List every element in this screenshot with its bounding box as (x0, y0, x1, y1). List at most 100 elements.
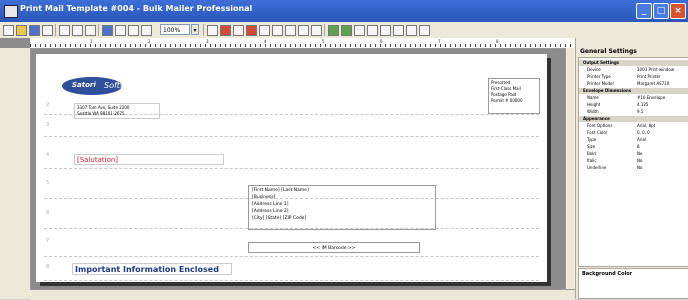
property-row[interactable]: Height 4.125 (579, 102, 688, 108)
logo-text-1: Satori (72, 81, 96, 89)
chevron-down-icon[interactable]: ▾ (191, 24, 199, 35)
ruler-number: 8 (496, 39, 499, 44)
property-row[interactable]: Font Options Arial, 8pt (579, 123, 688, 129)
copy-icon[interactable] (72, 25, 83, 36)
toolbar-separator (203, 24, 204, 36)
property-key: Type (587, 137, 597, 142)
open-icon[interactable] (16, 25, 27, 36)
field-tool-icon[interactable] (298, 25, 309, 36)
property-value[interactable]: Margaret AS710 (637, 81, 687, 87)
unlink-icon[interactable] (393, 25, 404, 36)
envelope-page[interactable]: 2 3 4 5 6 7 8 Satori Software 3307 Tom A… (36, 54, 547, 282)
property-row[interactable]: Printer Type Print Printer (579, 74, 688, 80)
pointer-icon[interactable] (207, 25, 218, 36)
align-bottom-icon[interactable] (367, 25, 378, 36)
paste-icon[interactable] (85, 25, 96, 36)
table-icon[interactable] (115, 25, 126, 36)
property-value[interactable]: No (637, 165, 687, 171)
minimize-button[interactable]: _ (636, 3, 652, 19)
property-key: Height (587, 102, 601, 107)
recipient-address-block[interactable]: [First Name] [Last Name] [Business] [Add… (248, 185, 436, 230)
property-value[interactable]: 0, 0, 0 (637, 130, 687, 136)
align-top-icon[interactable] (354, 25, 365, 36)
align-left-icon[interactable] (328, 25, 339, 36)
recipient-line: [Address Line 1] (252, 202, 289, 207)
horizontal-scrollbar[interactable] (30, 289, 575, 300)
property-grid[interactable]: Output Settings Device 1003 Print window Pr… (578, 57, 688, 267)
property-row[interactable]: Bold No (579, 151, 688, 157)
preview-icon[interactable] (141, 25, 152, 36)
salutation-field[interactable]: [Salutation] (74, 154, 224, 165)
save-icon[interactable] (29, 25, 40, 36)
print-icon[interactable] (42, 25, 53, 36)
property-key: Output Settings (583, 60, 620, 65)
recipient-line: [City] [State] [ZIP Code] (252, 216, 307, 221)
property-row[interactable]: Underline No (579, 165, 688, 171)
property-value[interactable]: Arial, 8pt (637, 123, 687, 129)
property-key: Font Color (587, 130, 608, 135)
barcode-field[interactable]: << IM Barcode >> (248, 242, 420, 253)
property-value[interactable]: No (637, 158, 687, 164)
grid-icon[interactable] (102, 25, 113, 36)
property-row[interactable]: Size 8 (579, 144, 688, 150)
ruler-number: 2 (148, 39, 151, 44)
line-tool-icon[interactable] (259, 25, 270, 36)
rectangle-tool-icon[interactable] (272, 25, 283, 36)
barcode-tool-icon[interactable] (246, 25, 257, 36)
property-value[interactable]: 9.5 (637, 109, 687, 115)
property-row[interactable]: Printer Model Margaret AS710 (579, 81, 688, 87)
toolbar-separator (324, 24, 325, 36)
band-number: 8 (46, 264, 50, 270)
property-key: Name (587, 95, 599, 100)
property-value[interactable]: No (637, 151, 687, 157)
property-row[interactable]: Font Color 0, 0, 0 (579, 130, 688, 136)
postage-line: Permit # 00000 (491, 98, 523, 103)
property-value[interactable]: 4.125 (637, 102, 687, 108)
property-key: Bold (587, 151, 596, 156)
table-tool-icon[interactable] (311, 25, 322, 36)
layout-icon[interactable] (128, 25, 139, 36)
properties-panel: General Settings Output Settings Device 10… (575, 38, 688, 299)
property-value[interactable]: Arial (637, 137, 687, 143)
close-button[interactable]: × (670, 3, 686, 19)
new-icon[interactable] (3, 25, 14, 36)
cut-icon[interactable] (59, 25, 70, 36)
property-category[interactable]: Envelope Dimensions (579, 88, 688, 94)
property-row[interactable]: Name #10 Envelope (579, 95, 688, 101)
text-tool-icon[interactable] (220, 25, 231, 36)
maximize-button[interactable]: □ (653, 3, 669, 19)
recipient-line: [Business] (252, 195, 276, 200)
property-row[interactable]: Type Arial (579, 137, 688, 143)
property-row[interactable]: Width 9.5 (579, 109, 688, 115)
link-icon[interactable] (380, 25, 391, 36)
property-value[interactable]: 8 (637, 144, 687, 150)
undo-icon[interactable] (406, 25, 417, 36)
property-value[interactable]: 1003 Print window (637, 67, 687, 73)
property-value[interactable]: #10 Envelope (637, 95, 687, 101)
important-notice-field[interactable]: Important Information Enclosed (72, 263, 232, 275)
property-category[interactable]: Output Settings (579, 60, 688, 66)
ellipse-tool-icon[interactable] (285, 25, 296, 36)
ruler-number: 3 (206, 39, 209, 44)
background-color-panel[interactable]: Background Color (578, 268, 688, 299)
property-value[interactable]: Print Printer (637, 74, 687, 80)
redo-icon[interactable] (419, 25, 430, 36)
property-key: Printer Model (587, 81, 614, 86)
property-key: Device (587, 67, 601, 72)
ruler-number: 5 (322, 39, 325, 44)
return-address-field[interactable]: 3307 Tom Ave, Suite 2200 Seattle WA 9810… (74, 103, 160, 119)
image-tool-icon[interactable] (233, 25, 244, 36)
property-row[interactable]: Device 1003 Print window (579, 67, 688, 73)
postage-indicia[interactable]: Presorted First-Class Mail Postage Paid … (488, 78, 540, 114)
panel-title: General Settings (580, 48, 637, 55)
property-category[interactable]: Appearance (579, 116, 688, 122)
zoom-select[interactable]: 100% (160, 24, 190, 35)
align-right-icon[interactable] (341, 25, 352, 36)
toolbar-separator (55, 24, 56, 36)
band-number: 6 (46, 210, 50, 216)
property-key: Envelope Dimensions (583, 88, 632, 93)
band-number: 7 (46, 238, 50, 244)
background-color-title: Background Color (582, 271, 633, 277)
return-address-line: Seattle WA 98101-2675 (77, 111, 125, 116)
property-row[interactable]: Italic No (579, 158, 688, 164)
